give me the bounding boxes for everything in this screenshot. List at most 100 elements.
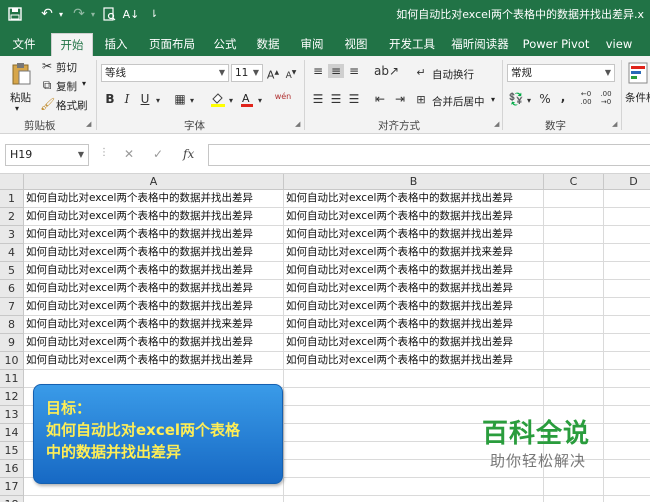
cell-a[interactable] — [24, 496, 284, 502]
increase-decimal-icon[interactable]: ←0.00 — [578, 90, 594, 106]
tab-review[interactable]: 审阅 — [294, 33, 330, 56]
cell-c[interactable] — [544, 388, 604, 406]
increase-indent-icon[interactable]: ⇥ — [392, 92, 408, 106]
underline-dropdown-icon[interactable]: ▾ — [154, 94, 162, 108]
accounting-dropdown-icon[interactable]: ▾ — [525, 94, 533, 108]
cell-a[interactable]: 如何自动比对excel两个表格中的数据并找来差异 — [24, 316, 284, 334]
underline-button[interactable]: U — [139, 92, 151, 106]
row-header[interactable]: 1 — [0, 190, 24, 208]
number-format-select[interactable]: 常规 ▼ — [507, 64, 615, 82]
cell-d[interactable] — [604, 388, 650, 406]
cell-d[interactable] — [604, 496, 650, 502]
undo-dropdown-icon[interactable]: ▾ — [56, 5, 66, 23]
clipboard-launcher-icon[interactable]: ◢ — [86, 120, 91, 128]
copy-button[interactable]: 复制 — [56, 79, 77, 94]
row-header[interactable]: 6 — [0, 280, 24, 298]
number-launcher-icon[interactable]: ◢ — [612, 120, 617, 128]
cell-a[interactable]: 如何自动比对excel两个表格中的数据并找出差异 — [24, 262, 284, 280]
cell-d[interactable] — [604, 478, 650, 496]
cell-c[interactable] — [544, 298, 604, 316]
cell-c[interactable] — [544, 208, 604, 226]
cell-c[interactable] — [544, 190, 604, 208]
sort-ascending-icon[interactable]: A↓ — [122, 5, 140, 23]
row-header[interactable]: 4 — [0, 244, 24, 262]
row-header[interactable]: 2 — [0, 208, 24, 226]
row-header[interactable]: 14 — [0, 424, 24, 442]
fill-color-icon[interactable] — [210, 91, 226, 110]
column-header-c[interactable]: C — [544, 174, 604, 190]
cell-b[interactable]: 如何自动比对excel两个表格中的数据并找出差异 — [284, 190, 544, 208]
phonetic-guide-button[interactable]: wén — [274, 90, 292, 104]
align-center-icon[interactable]: ☰ — [328, 92, 344, 106]
row-header[interactable]: 12 — [0, 388, 24, 406]
border-icon[interactable]: ▦ — [173, 92, 187, 106]
cell-a[interactable]: 如何自动比对excel两个表格中的数据并找出差异 — [24, 208, 284, 226]
cell-b[interactable]: 如何自动比对excel两个表格中的数据并找来差异 — [284, 244, 544, 262]
wrap-text-button[interactable]: 自动换行 — [432, 67, 474, 82]
customize-qat-icon[interactable]: ⇂ — [148, 5, 160, 23]
cell-b[interactable]: 如何自动比对excel两个表格中的数据并找出差异 — [284, 280, 544, 298]
row-header[interactable]: 17 — [0, 478, 24, 496]
cell-b[interactable]: 如何自动比对excel两个表格中的数据并找出差异 — [284, 262, 544, 280]
tab-formulas[interactable]: 公式 — [207, 33, 243, 56]
save-icon[interactable] — [6, 5, 24, 23]
column-header-d[interactable]: D — [604, 174, 650, 190]
select-all-button[interactable] — [0, 174, 24, 190]
tab-foxit-reader[interactable]: 福昕阅读器 — [448, 33, 512, 56]
cell-d[interactable] — [604, 334, 650, 352]
tab-data[interactable]: 数据 — [250, 33, 286, 56]
accounting-format-icon[interactable]: 💱 — [508, 92, 524, 106]
cell-a[interactable]: 如何自动比对excel两个表格中的数据并找出差异 — [24, 334, 284, 352]
name-box[interactable]: H19 ▼ — [5, 144, 89, 166]
increase-font-icon[interactable]: A▲ — [266, 66, 280, 83]
cancel-icon[interactable]: ✕ — [124, 147, 134, 161]
paste-button[interactable]: 粘贴 — [10, 90, 31, 105]
merge-center-button[interactable]: 合并后居中 — [432, 94, 485, 109]
print-preview-icon[interactable] — [100, 5, 118, 23]
cell-c[interactable] — [544, 226, 604, 244]
cell-b[interactable]: 如何自动比对excel两个表格中的数据并找出差异 — [284, 298, 544, 316]
enter-icon[interactable]: ✓ — [153, 147, 163, 161]
cell-b[interactable] — [284, 370, 544, 388]
cell-b[interactable] — [284, 478, 544, 496]
row-header[interactable]: 10 — [0, 352, 24, 370]
cell-a[interactable]: 如何自动比对excel两个表格中的数据并找出差异 — [24, 298, 284, 316]
format-painter-icon[interactable]: 🖌 — [40, 97, 55, 111]
cell-c[interactable] — [544, 352, 604, 370]
font-launcher-icon[interactable]: ◢ — [295, 120, 300, 128]
cell-d[interactable] — [604, 280, 650, 298]
cell-c[interactable] — [544, 370, 604, 388]
cell-a[interactable]: 如何自动比对excel两个表格中的数据并找出差异 — [24, 244, 284, 262]
align-right-icon[interactable]: ☰ — [346, 92, 362, 106]
cell-a[interactable]: 如何自动比对excel两个表格中的数据并找出差异 — [24, 280, 284, 298]
merge-dropdown-icon[interactable]: ▾ — [491, 95, 495, 104]
cell-c[interactable] — [544, 244, 604, 262]
cell-b[interactable]: 如何自动比对excel两个表格中的数据并找出差异 — [284, 352, 544, 370]
font-size-select[interactable]: 11 ▼ — [231, 64, 263, 82]
tab-developer[interactable]: 开发工具 — [383, 33, 441, 56]
row-header[interactable]: 3 — [0, 226, 24, 244]
fill-color-dropdown-icon[interactable]: ▾ — [227, 94, 235, 108]
column-header-b[interactable]: B — [284, 174, 544, 190]
row-header[interactable]: 8 — [0, 316, 24, 334]
alignment-launcher-icon[interactable]: ◢ — [494, 120, 499, 128]
wrap-text-icon[interactable]: ↵ — [414, 66, 428, 80]
align-left-icon[interactable]: ☰ — [310, 92, 326, 106]
tab-view[interactable]: 视图 — [338, 33, 374, 56]
cell-c[interactable] — [544, 262, 604, 280]
cell-c[interactable] — [544, 496, 604, 502]
merge-center-icon[interactable]: ⊞ — [414, 93, 428, 107]
align-bottom-icon[interactable]: ≡ — [346, 64, 362, 78]
cell-a[interactable]: 如何自动比对excel两个表格中的数据并找出差异 — [24, 352, 284, 370]
cell-d[interactable] — [604, 424, 650, 442]
cut-button[interactable]: 剪切 — [56, 60, 77, 75]
orientation-icon[interactable]: ab↗ — [374, 64, 399, 78]
conditional-format-button[interactable]: 条件格 — [625, 90, 650, 105]
redo-dropdown-icon[interactable]: ▾ — [88, 5, 98, 23]
cell-d[interactable] — [604, 262, 650, 280]
cell-d[interactable] — [604, 442, 650, 460]
italic-button[interactable]: I — [121, 92, 133, 106]
cell-c[interactable] — [544, 478, 604, 496]
cell-b[interactable] — [284, 388, 544, 406]
align-top-icon[interactable]: ≡ — [310, 64, 326, 78]
